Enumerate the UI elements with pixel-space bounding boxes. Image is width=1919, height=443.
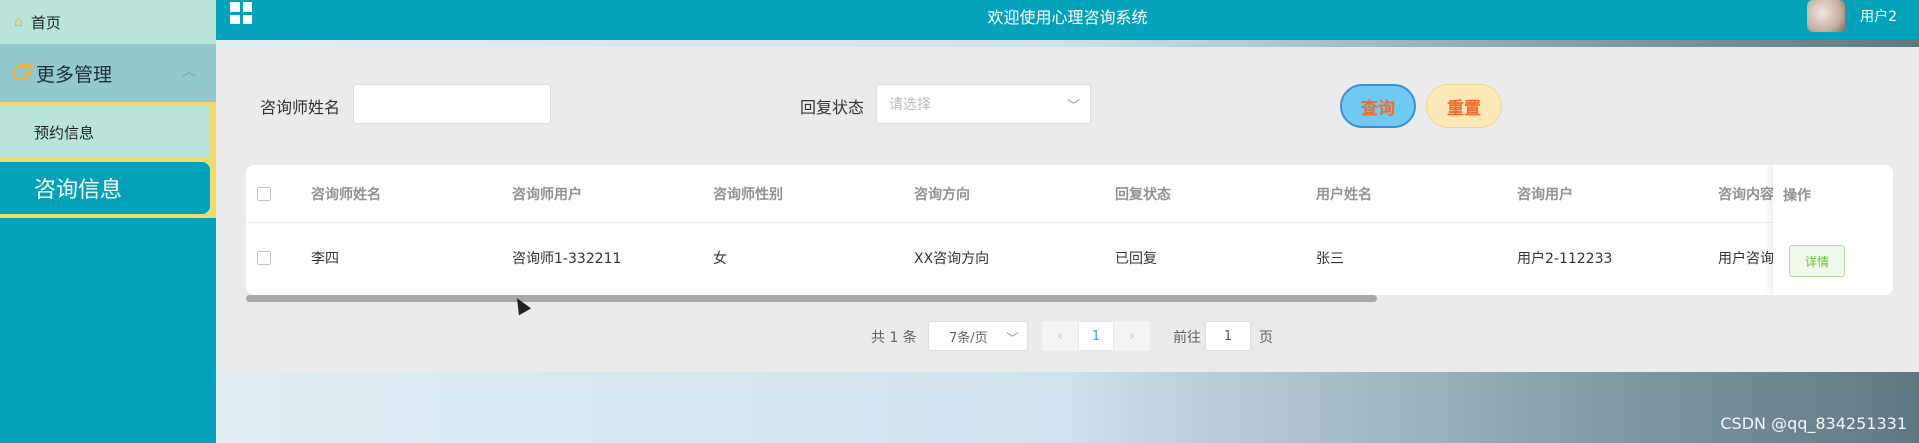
sidebar-item-consultation[interactable]: 咨询信息 [0,162,210,214]
row-checkbox[interactable] [257,251,271,265]
sidebar-group-label: 更多管理 [36,63,113,86]
chevron-right-icon: › [1129,328,1135,344]
name-input[interactable] [353,84,551,124]
table-cell: 李四 [311,251,339,267]
sidebar-item-appointment[interactable]: 预约信息 [0,106,210,158]
chevron-down-icon: ﹀ [1066,99,1080,114]
page-size-value: 7条/页 [949,330,988,346]
page-number-current[interactable]: 1 [1078,321,1114,351]
select-all-checkbox[interactable] [257,187,271,201]
pagination-total: 共 1 条 [871,330,917,346]
name-label: 咨询师姓名 [260,98,341,117]
goto-label: 前往 [1173,330,1201,346]
table-cell: 咨询师1-332211 [512,251,622,267]
column-header: 咨询师姓名 [311,186,381,203]
status-select[interactable]: 请选择 ﹀ [876,84,1091,124]
table-cell: 用户咨询 [1718,251,1774,267]
data-table: 咨询师姓名 咨询师用户 咨询师性别 咨询方向 回复状态 用户姓名 咨询用户 咨询… [246,165,1893,295]
column-header: 用户姓名 [1316,186,1372,203]
detail-button[interactable]: 详情 [1789,245,1845,277]
goto-page-input[interactable]: 1 [1205,321,1251,351]
action-column-header: 操作 [1783,188,1811,204]
page-suffix: 页 [1259,330,1273,346]
query-button[interactable]: 查询 [1340,84,1416,128]
sidebar-group-more-management[interactable]: 更多管理 ︿ [0,44,216,102]
column-header: 回复状态 [1115,186,1171,203]
table-cell: 张三 [1316,251,1344,267]
column-header: 咨询师用户 [512,186,582,203]
top-bar: 欢迎使用心理咨询系统 用户2 [216,0,1919,40]
fixed-action-column: 操作 详情 [1773,165,1893,295]
table-row: 李四 咨询师1-332211 女 XX咨询方向 已回复 张三 用户2-11223… [246,223,1893,293]
chevron-left-icon: ‹ [1057,328,1063,344]
home-icon: ⌂ [14,14,23,30]
sidebar-item-home[interactable]: ⌂ 首页 [0,0,216,44]
chevron-up-icon: ︿ [182,64,196,80]
chevron-down-icon: ﹀ [1005,332,1019,347]
reset-button[interactable]: 重置 [1426,84,1502,128]
sidebar-submenu: 预约信息 咨询信息 [0,102,216,218]
table-cell: 女 [713,251,727,267]
next-page-button[interactable]: › [1114,321,1150,351]
copy-icon [14,63,31,80]
sidebar-item-label: 首页 [30,13,61,32]
column-header: 咨询内容 [1718,186,1774,203]
table-cell: XX咨询方向 [914,251,990,267]
main-panel: 咨询师姓名 回复状态 请选择 ﹀ 查询 重置 咨询师姓名 咨询师用户 咨询师性别… [216,47,1919,372]
status-placeholder: 请选择 [889,97,931,113]
watermark: CSDN @qq_834251331 [1720,414,1907,433]
status-label: 回复状态 [800,98,865,117]
sidebar: ⌂ 首页 更多管理 ︿ 预约信息 咨询信息 [0,0,216,443]
avatar[interactable] [1807,0,1845,32]
table-cell: 用户2-112233 [1517,251,1613,267]
column-header: 咨询方向 [914,186,970,203]
page-size-select[interactable]: 7条/页 ﹀ [928,321,1028,351]
prev-page-button[interactable]: ‹ [1042,321,1078,351]
page-title: 欢迎使用心理咨询系统 [987,8,1148,27]
column-header: 咨询师性别 [713,186,783,203]
table-header: 咨询师姓名 咨询师用户 咨询师性别 咨询方向 回复状态 用户姓名 咨询用户 咨询… [246,165,1893,223]
column-header: 咨询用户 [1517,186,1573,203]
table-cell: 已回复 [1115,251,1157,267]
user-name[interactable]: 用户2 [1860,6,1897,26]
horizontal-scrollbar[interactable] [246,295,1377,302]
